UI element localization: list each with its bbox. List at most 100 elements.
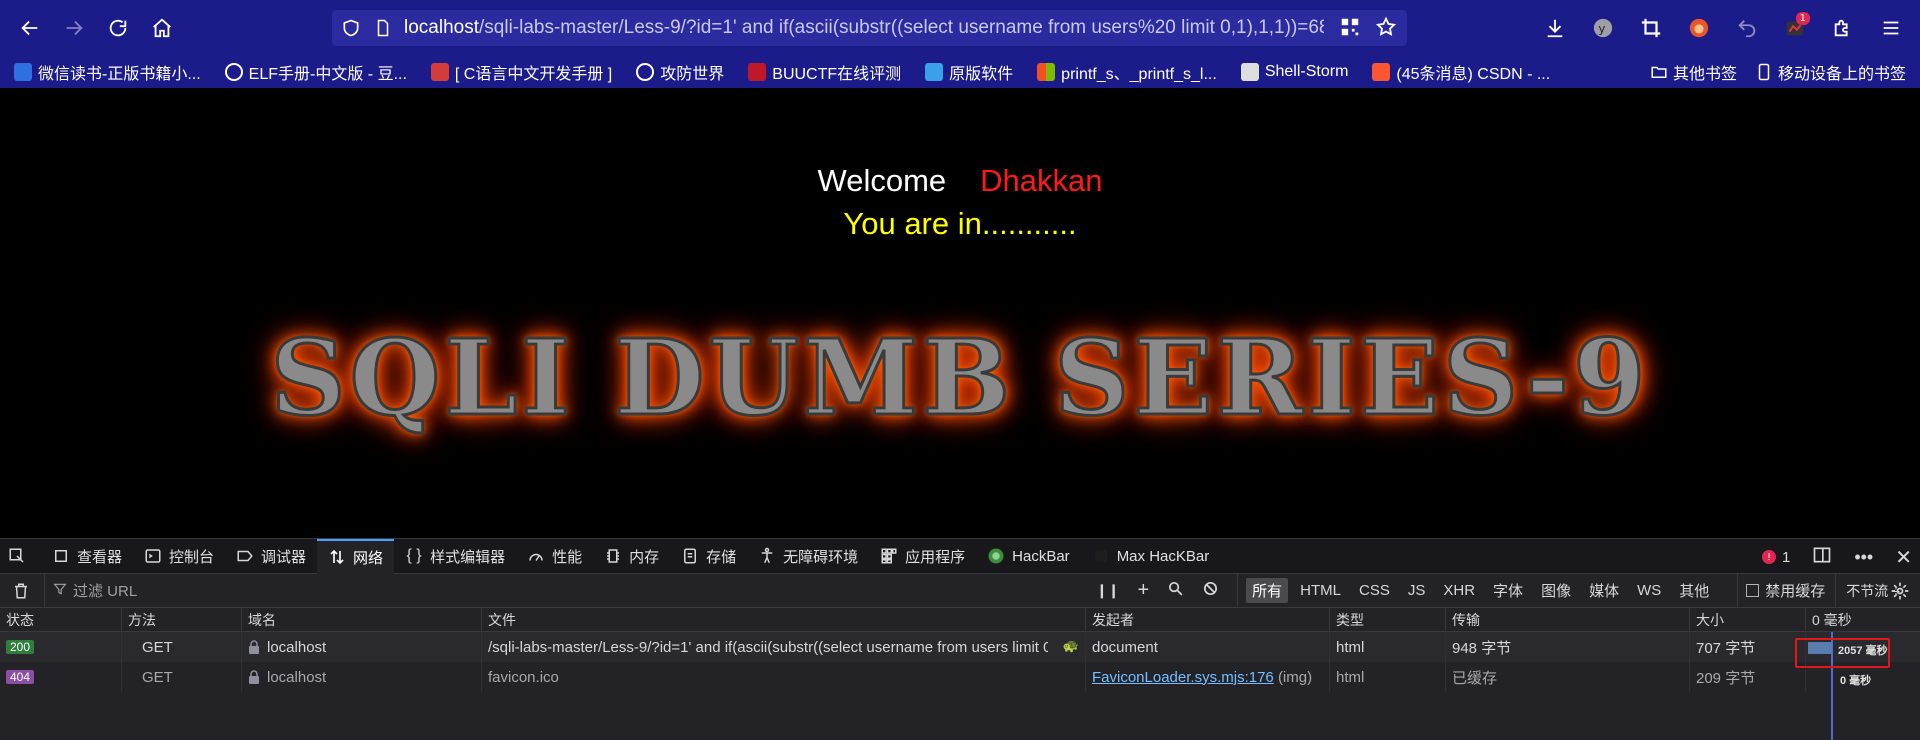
disable-cache-toggle[interactable]: 禁用缓存 [1737, 573, 1826, 608]
close-devtools-icon[interactable]: ✕ [1895, 545, 1912, 570]
tab-style-editor[interactable]: { } 样式编辑器 [394, 539, 516, 574]
error-count-label: 1 [1781, 548, 1791, 566]
lock-icon [248, 640, 260, 654]
bookmark-item[interactable]: BUUCTF在线评测 [748, 60, 901, 84]
col-type[interactable]: 类型 [1330, 608, 1446, 631]
pause-icon[interactable]: ❙❙ [1096, 582, 1119, 599]
col-method[interactable]: 方法 [122, 608, 242, 631]
size-cell: 707 字节 [1690, 632, 1806, 662]
tab-max-hackbar[interactable]: Max HacKBar [1081, 539, 1221, 574]
bookmark-label: [ C语言中文开发手册 ] [454, 66, 613, 83]
undo-button[interactable] [1726, 6, 1768, 50]
crop-button[interactable] [1630, 6, 1672, 50]
tab-storage[interactable]: 存储 [670, 539, 747, 574]
bookmark-item[interactable]: [ C语言中文开发手册 ] [430, 60, 613, 84]
initiator-link[interactable]: FaviconLoader.sys.mjs:176 [1092, 669, 1274, 686]
shield-icon[interactable] [340, 17, 362, 39]
url-bar[interactable]: localhost/sqli-labs-master/Less-9/?id=1'… [332, 10, 1407, 46]
bookmark-item[interactable]: 原版软件 [925, 60, 1013, 84]
error-icon: ! [1761, 550, 1776, 564]
block-icon[interactable] [1202, 580, 1219, 602]
col-initiator[interactable]: 发起者 [1086, 608, 1330, 631]
add-icon[interactable]: + [1137, 579, 1149, 602]
tab-performance[interactable]: 性能 [516, 539, 593, 574]
bookmark-label: (45条消息) CSDN - ... [1396, 66, 1551, 83]
tab-label: Max HacKBar [1116, 547, 1210, 565]
forward-button[interactable] [52, 6, 96, 50]
tab-network[interactable]: 网络 [317, 538, 395, 574]
filter-all[interactable]: 所有 [1246, 578, 1289, 603]
tab-hackbar[interactable]: HackBar [976, 539, 1081, 574]
gauge-icon [527, 547, 545, 565]
tab-console[interactable]: 控制台 [133, 539, 225, 574]
book-icon [14, 63, 32, 81]
extension-fox-button[interactable] [1678, 6, 1720, 50]
extension-y-button[interactable]: y [1582, 6, 1624, 50]
trash-icon[interactable] [12, 582, 30, 605]
home-button[interactable] [140, 6, 184, 50]
bookmark-item[interactable]: 攻防世界 [636, 60, 724, 84]
initiator-cell: document [1086, 632, 1330, 662]
filter-images[interactable]: 图像 [1535, 578, 1577, 603]
reload-button[interactable] [96, 6, 140, 50]
search-icon[interactable] [1167, 580, 1184, 602]
bookmark-item[interactable]: ELF手册-中文版 - 豆... [224, 60, 407, 84]
col-waterfall[interactable]: 0 毫秒 [1806, 608, 1920, 631]
element-picker-button[interactable] [0, 539, 41, 574]
table-row[interactable]: 404 GET localhost favicon.ico FaviconLoa… [0, 662, 1920, 692]
disable-cache-label: 禁用缓存 [1765, 583, 1826, 600]
debugger-icon [236, 547, 254, 565]
bookmark-item[interactable]: (45条消息) CSDN - ... [1372, 60, 1550, 84]
col-transfer[interactable]: 传输 [1446, 608, 1690, 631]
filter-other[interactable]: 其他 [1673, 578, 1715, 603]
tab-accessibility[interactable]: 无障碍环境 [747, 539, 869, 574]
filter-xhr[interactable]: XHR [1437, 580, 1481, 601]
col-file[interactable]: 文件 [482, 608, 1086, 631]
tab-label: 查看器 [77, 548, 123, 566]
table-row[interactable]: 200 GET localhost /sqli-labs-master/Less… [0, 632, 1920, 662]
bookmark-item[interactable]: 微信读书-正版书籍小... [14, 60, 201, 84]
mobile-bookmarks-folder[interactable]: 移动设备上的书签 [1755, 60, 1906, 84]
extension-ctf-button[interactable]: 1 [1774, 6, 1816, 50]
tab-debugger[interactable]: 调试器 [225, 539, 317, 574]
other-bookmarks-folder[interactable]: 其他书签 [1650, 60, 1737, 84]
more-options-icon[interactable]: ••• [1854, 547, 1873, 568]
col-domain[interactable]: 域名 [242, 608, 482, 631]
url-text[interactable]: localhost/sqli-labs-master/Less-9/?id=1'… [404, 17, 1324, 39]
star-icon[interactable] [1375, 16, 1397, 42]
col-status[interactable]: 状态 [0, 608, 122, 631]
settings-gear-icon[interactable] [1890, 581, 1910, 606]
size-cell: 209 字节 [1690, 662, 1806, 692]
filter-css[interactable]: CSS [1353, 580, 1396, 601]
page-icon[interactable] [372, 17, 394, 39]
tab-label: HackBar [1012, 547, 1070, 565]
qr-code-icon[interactable] [1339, 16, 1361, 42]
tab-inspector[interactable]: 查看器 [41, 539, 133, 574]
file-text: /sqli-labs-master/Less-9/?id=1' and if(a… [488, 638, 1048, 656]
filter-ws[interactable]: WS [1631, 580, 1667, 601]
filter-media[interactable]: 媒体 [1583, 578, 1625, 603]
filter-html[interactable]: HTML [1294, 580, 1347, 601]
buuctf-icon [748, 63, 767, 81]
bookmark-item[interactable]: printf_s、_printf_s_l... [1037, 60, 1217, 84]
tab-memory[interactable]: 内存 [593, 539, 670, 574]
bookmark-label: BUUCTF在线评测 [772, 66, 902, 83]
filter-fonts[interactable]: 字体 [1487, 578, 1529, 603]
login-status: You are in........... [843, 206, 1077, 241]
bookmark-label: 微信读书-正版书籍小... [38, 66, 201, 83]
error-count[interactable]: ! 1 [1761, 548, 1791, 566]
bookmark-item[interactable]: Shell-Storm [1240, 63, 1348, 81]
tab-application[interactable]: 应用程序 [869, 539, 976, 574]
extensions-button[interactable] [1822, 6, 1864, 50]
back-button[interactable] [8, 6, 52, 50]
timing-highlight [1795, 638, 1890, 668]
dock-icon[interactable] [1812, 545, 1832, 569]
menu-button[interactable] [1870, 6, 1912, 50]
checkbox[interactable] [1746, 584, 1760, 597]
mobile-icon [1758, 63, 1770, 81]
download-button[interactable] [1534, 6, 1576, 50]
filter-js[interactable]: JS [1402, 580, 1432, 601]
transfer-cell: 已缓存 [1446, 662, 1690, 692]
filter-url-input[interactable]: 过滤 URL [44, 573, 1084, 608]
col-size[interactable]: 大小 [1690, 608, 1806, 631]
